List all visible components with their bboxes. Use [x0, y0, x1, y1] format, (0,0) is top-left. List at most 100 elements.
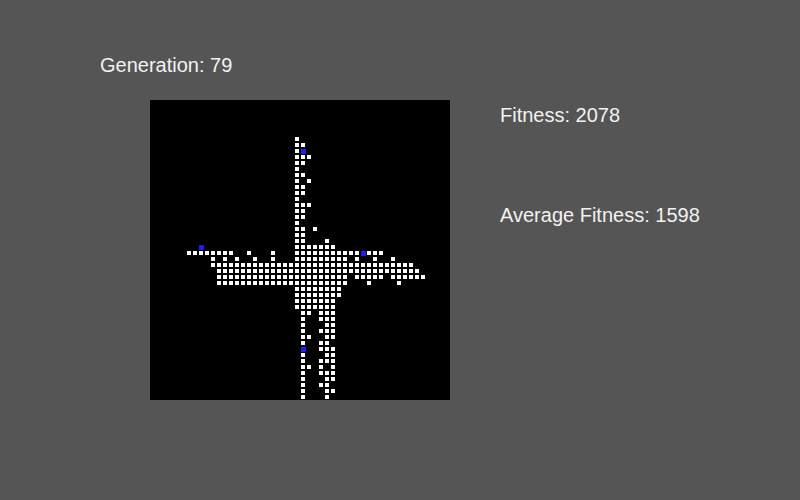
grid-cell — [426, 172, 432, 178]
grid-cell — [204, 196, 210, 202]
grid-cell — [180, 142, 186, 148]
grid-cell — [240, 208, 246, 214]
grid-cell — [360, 262, 366, 268]
grid-cell — [228, 286, 234, 292]
grid-cell — [204, 190, 210, 196]
grid-cell — [192, 118, 198, 124]
grid-cell — [414, 130, 420, 136]
grid-cell — [432, 124, 438, 130]
grid-cell — [318, 274, 324, 280]
grid-cell — [174, 298, 180, 304]
grid-cell — [408, 262, 414, 268]
grid-cell — [198, 172, 204, 178]
white-cell — [295, 143, 299, 147]
grid-cell — [222, 118, 228, 124]
grid-cell — [234, 178, 240, 184]
grid-cell — [402, 178, 408, 184]
grid-cell — [318, 286, 324, 292]
grid-cell — [270, 154, 276, 160]
grid-cell — [306, 100, 312, 106]
grid-cell — [168, 250, 174, 256]
grid-cell — [318, 184, 324, 190]
grid-cell — [228, 214, 234, 220]
grid-cell — [252, 118, 258, 124]
grid-cell — [342, 160, 348, 166]
grid-cell — [222, 292, 228, 298]
grid-cell — [420, 184, 426, 190]
grid-cell — [390, 232, 396, 238]
grid-cell — [342, 238, 348, 244]
white-cell — [241, 281, 245, 285]
grid-cell — [252, 262, 258, 268]
grid-cell — [348, 130, 354, 136]
grid-cell — [216, 130, 222, 136]
grid-cell — [390, 154, 396, 160]
grid-cell — [282, 202, 288, 208]
grid-cell — [390, 262, 396, 268]
grid-cell — [282, 304, 288, 310]
grid-cell — [444, 286, 450, 292]
grid-cell — [390, 172, 396, 178]
grid-cell — [252, 280, 258, 286]
blue-cell — [199, 245, 204, 250]
grid-cell — [258, 142, 264, 148]
grid-cell — [354, 238, 360, 244]
grid-cell — [150, 106, 156, 112]
grid-cell — [342, 250, 348, 256]
grid-cell — [150, 238, 156, 244]
grid-cell — [342, 202, 348, 208]
grid-cell — [282, 274, 288, 280]
white-cell — [331, 299, 335, 303]
grid-cell — [354, 106, 360, 112]
grid-cell — [264, 190, 270, 196]
grid-cell — [426, 232, 432, 238]
white-cell — [307, 251, 311, 255]
grid-cell — [330, 172, 336, 178]
grid-cell — [282, 124, 288, 130]
grid-cell — [168, 202, 174, 208]
grid-cell — [174, 178, 180, 184]
grid-cell — [426, 142, 432, 148]
white-cell — [343, 257, 347, 261]
grid-cell — [402, 298, 408, 304]
grid-cell — [396, 106, 402, 112]
grid-cell — [318, 154, 324, 160]
grid-cell — [348, 148, 354, 154]
grid-cell — [372, 112, 378, 118]
grid-cell — [444, 154, 450, 160]
grid-cell — [390, 118, 396, 124]
grid-cell — [366, 262, 372, 268]
grid-cell — [444, 304, 450, 310]
grid-cell — [384, 154, 390, 160]
grid-cell — [360, 304, 366, 310]
grid-cell — [180, 166, 186, 172]
grid-cell — [294, 106, 300, 112]
grid-cell — [228, 166, 234, 172]
white-cell — [301, 185, 305, 189]
grid-cell — [192, 232, 198, 238]
grid-cell — [174, 268, 180, 274]
grid-cell — [444, 292, 450, 298]
grid-cell — [150, 160, 156, 166]
grid-cell — [390, 106, 396, 112]
grid-cell — [378, 106, 384, 112]
grid-cell — [318, 124, 324, 130]
white-cell — [385, 263, 389, 267]
grid-cell — [270, 268, 276, 274]
grid-cell — [246, 106, 252, 112]
grid-cell — [228, 178, 234, 184]
grid-cell — [168, 172, 174, 178]
grid-cell — [150, 262, 156, 268]
grid-cell — [180, 172, 186, 178]
grid-cell — [342, 292, 348, 298]
white-cell — [397, 275, 401, 279]
grid-cell — [216, 226, 222, 232]
grid-cell — [156, 118, 162, 124]
grid-cell — [162, 232, 168, 238]
grid-cell — [204, 226, 210, 232]
grid-cell — [282, 118, 288, 124]
grid-cell — [306, 136, 312, 142]
grid-cell — [354, 226, 360, 232]
grid-cell — [150, 118, 156, 124]
grid-cell — [276, 142, 282, 148]
